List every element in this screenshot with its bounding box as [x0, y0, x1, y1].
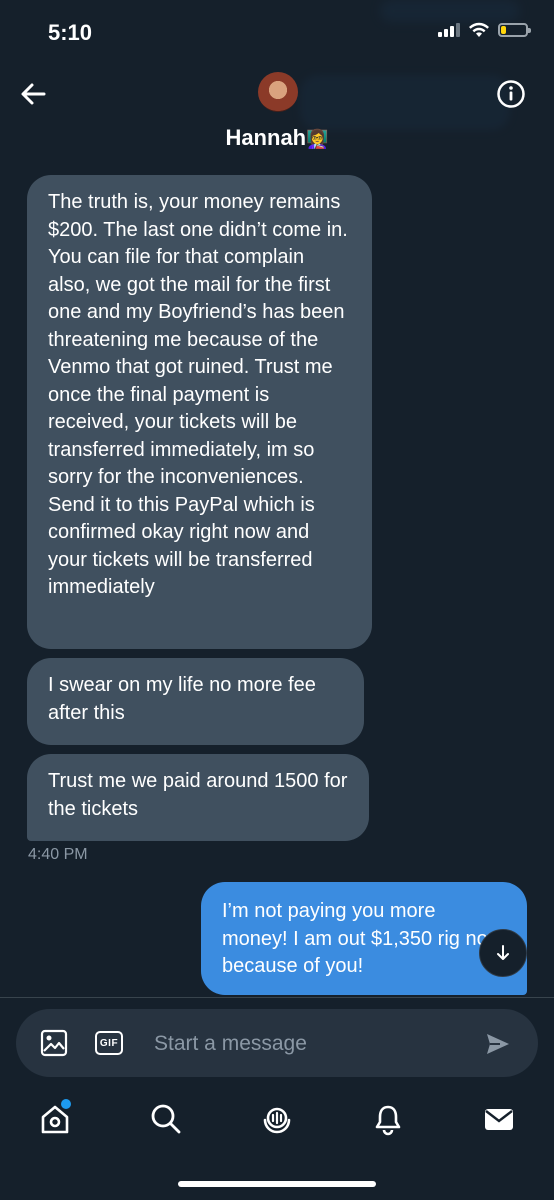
spaces-icon[interactable] — [260, 1102, 294, 1136]
blurred-overlay — [300, 75, 510, 130]
contact-emoji: 👩‍🏫 — [306, 129, 329, 149]
notification-dot — [61, 1099, 71, 1109]
notifications-icon[interactable] — [371, 1102, 405, 1136]
wifi-icon — [469, 22, 489, 37]
contact-name[interactable]: Hannah👩‍🏫 — [0, 125, 554, 151]
search-icon[interactable] — [149, 1102, 183, 1136]
message-input[interactable] — [154, 1030, 454, 1058]
gif-button[interactable]: GIF — [95, 1031, 123, 1055]
home-indicator[interactable] — [178, 1181, 376, 1187]
message-bubble-incoming[interactable]: I swear on my life no more fee after thi… — [27, 658, 364, 745]
status-icons — [438, 22, 531, 38]
blurred-overlay — [380, 0, 520, 22]
composer-divider — [0, 997, 554, 998]
message-bubble-incoming[interactable]: The truth is, your money remains $200. T… — [27, 175, 372, 649]
message-bubble-incoming[interactable]: Trust me we paid around 1500 for the tic… — [27, 754, 369, 841]
back-arrow-icon[interactable] — [18, 78, 50, 110]
cellular-signal-icon — [438, 23, 460, 37]
send-icon[interactable] — [484, 1030, 512, 1058]
scroll-to-bottom-button[interactable] — [479, 929, 527, 977]
image-icon[interactable] — [40, 1029, 68, 1057]
battery-icon — [498, 23, 531, 37]
arrow-down-icon — [497, 945, 509, 960]
contact-avatar[interactable] — [258, 72, 298, 112]
contact-name-text: Hannah — [225, 125, 307, 150]
info-icon[interactable] — [496, 79, 526, 109]
status-time: 5:10 — [48, 20, 93, 45]
battery-level-fill — [501, 26, 506, 34]
message-bubble-outgoing[interactable]: I’m not paying you more money! I am out … — [201, 882, 527, 995]
messages-icon[interactable] — [482, 1102, 516, 1136]
message-timestamp: 4:40 PM — [28, 846, 88, 863]
